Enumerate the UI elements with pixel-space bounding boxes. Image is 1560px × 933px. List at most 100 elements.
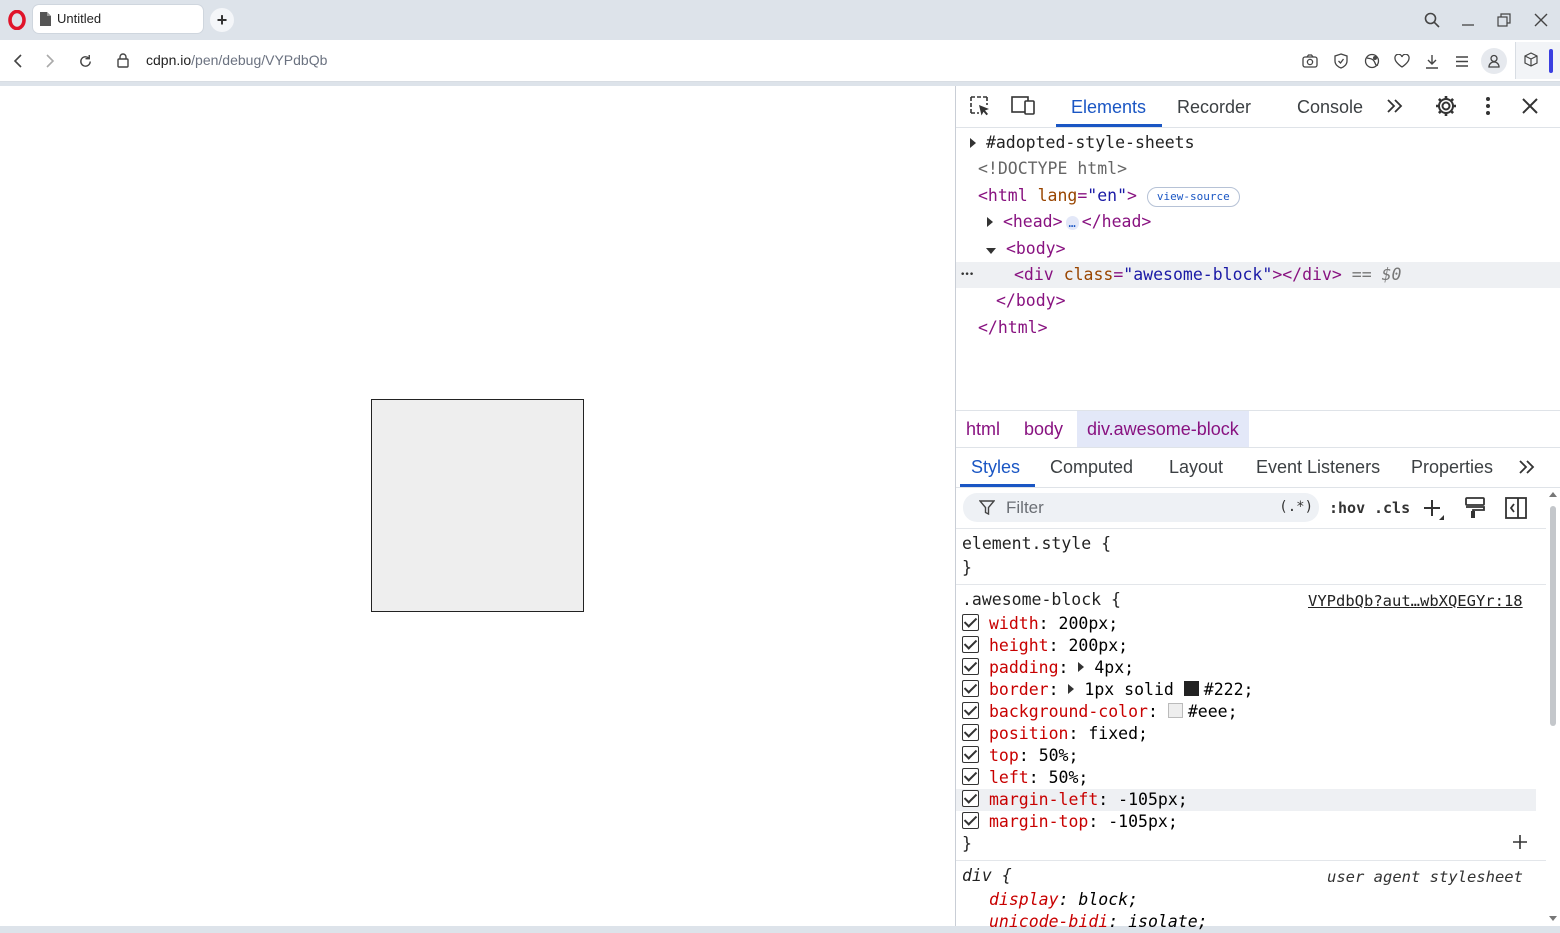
new-tab-button[interactable]: +	[210, 8, 234, 32]
declaration[interactable]: width: 200px;	[962, 613, 1118, 635]
declaration[interactable]: border: 1px solid #222;	[962, 679, 1253, 701]
opera-logo-icon[interactable]	[8, 9, 26, 31]
rule-source-link[interactable]: VYPdbQb?aut…wbXQEGYr:18	[1308, 592, 1523, 610]
inspect-element-button[interactable]	[968, 94, 992, 123]
element-style-selector[interactable]: element.style {	[962, 533, 1111, 555]
search-tabs-button[interactable]	[1420, 8, 1444, 32]
workspace-button[interactable]	[1524, 52, 1538, 72]
property-value[interactable]: isolate;	[1128, 912, 1207, 931]
view-source-badge[interactable]: view-source	[1146, 186, 1240, 207]
head-ellipsis-badge[interactable]: …	[1065, 215, 1079, 230]
declaration[interactable]: left: 50%;	[962, 767, 1088, 789]
property-value[interactable]: 1px solid	[1084, 680, 1173, 699]
declaration-checkbox[interactable]	[962, 768, 979, 785]
declaration[interactable]: position: fixed;	[962, 723, 1148, 745]
color-swatch[interactable]	[1183, 681, 1199, 696]
property-value[interactable]: 4px;	[1094, 658, 1134, 677]
tab-elements[interactable]: Elements	[1071, 97, 1146, 118]
property-value[interactable]: -105px;	[1108, 812, 1178, 831]
minimize-button[interactable]	[1456, 8, 1480, 32]
devtools-settings-button[interactable]	[1434, 94, 1458, 123]
styles-filter-input[interactable]: Filter (.*)	[963, 493, 1319, 522]
add-declaration-button[interactable]	[1512, 834, 1528, 855]
device-toolbar-button[interactable]	[1010, 95, 1036, 122]
ua-declaration[interactable]: unicode-bidi: isolate;	[989, 911, 1208, 933]
close-window-button[interactable]	[1529, 8, 1553, 32]
class-toggle[interactable]: .cls	[1374, 499, 1410, 517]
dom-node-body-close[interactable]: </body>	[996, 288, 1066, 314]
declaration[interactable]: margin-top: -105px;	[962, 811, 1178, 833]
property-value[interactable]: block;	[1078, 890, 1138, 909]
declaration[interactable]: top: 50%;	[962, 745, 1078, 767]
more-subtabs-button[interactable]	[1518, 459, 1536, 480]
browser-tab[interactable]: Untitled	[33, 5, 203, 33]
dom-node-div-awesome-block[interactable]: <div class="awesome-block"></div> == $0	[1014, 262, 1401, 288]
declaration-checkbox[interactable]	[962, 790, 979, 807]
property-name[interactable]: left	[989, 768, 1029, 787]
property-name[interactable]: background-color	[989, 702, 1148, 721]
tab-layout[interactable]: Layout	[1169, 457, 1223, 478]
awesome-block[interactable]	[371, 399, 584, 612]
property-name[interactable]: top	[989, 746, 1019, 765]
back-button[interactable]	[7, 50, 29, 72]
expand-triangle-icon[interactable]	[1078, 662, 1085, 672]
dom-node-adopted-style-sheets[interactable]: #adopted-style-sheets	[970, 130, 1195, 156]
breadcrumb-html[interactable]: html	[956, 411, 1010, 447]
property-value[interactable]: 50%;	[1039, 746, 1079, 765]
property-value[interactable]: 200px;	[1059, 614, 1119, 633]
close-devtools-button[interactable]	[1522, 98, 1538, 119]
tab-properties[interactable]: Properties	[1411, 457, 1493, 478]
url-field[interactable]: cdpn.io/pen/debug/VYPdbQb	[146, 52, 327, 68]
scrollbar-thumb[interactable]	[1550, 506, 1556, 726]
rendering-emulations-button[interactable]	[1465, 497, 1485, 524]
dom-row-actions[interactable]: •••	[960, 262, 974, 288]
property-value[interactable]: 200px;	[1068, 636, 1128, 655]
tab-computed[interactable]: Computed	[1050, 457, 1133, 478]
adblock-button[interactable]	[1331, 51, 1351, 71]
declaration-checkbox[interactable]	[962, 724, 979, 741]
declaration[interactable]: margin-left: -105px;	[962, 789, 1188, 811]
tab-styles[interactable]: Styles	[971, 457, 1020, 478]
declaration-checkbox[interactable]	[962, 680, 979, 697]
property-value-color[interactable]: #222;	[1204, 680, 1254, 699]
easy-setup-button[interactable]	[1452, 51, 1472, 71]
property-value[interactable]: -105px;	[1118, 790, 1188, 809]
more-tabs-button[interactable]	[1386, 98, 1404, 119]
tab-console[interactable]: Console	[1297, 97, 1363, 118]
property-name[interactable]: margin-top	[989, 812, 1088, 831]
collapse-triangle-icon[interactable]	[986, 248, 996, 254]
property-name[interactable]: width	[989, 614, 1039, 633]
breadcrumb-body[interactable]: body	[1014, 411, 1073, 447]
property-value[interactable]: #eee;	[1188, 702, 1238, 721]
row-actions-dots[interactable]: •••	[960, 270, 974, 280]
dom-node-html[interactable]: <html lang="en"> view-source	[978, 183, 1240, 209]
toggle-computed-sidebar-button[interactable]	[1505, 497, 1527, 524]
declaration-checkbox[interactable]	[962, 746, 979, 763]
expand-triangle-icon[interactable]	[1068, 684, 1075, 694]
property-name[interactable]: height	[989, 636, 1049, 655]
tab-recorder[interactable]: Recorder	[1177, 97, 1251, 118]
ua-declaration[interactable]: display: block;	[989, 889, 1138, 911]
lock-icon[interactable]	[117, 53, 129, 73]
customize-devtools-button[interactable]	[1484, 95, 1492, 122]
property-value[interactable]: 50%;	[1049, 768, 1089, 787]
my-flow-button[interactable]	[1392, 51, 1412, 71]
restore-button[interactable]	[1492, 8, 1516, 32]
dom-node-doctype[interactable]: <!DOCTYPE html>	[978, 156, 1127, 182]
ua-rule-selector[interactable]: div {	[962, 865, 1012, 887]
rule-selector[interactable]: .awesome-block {	[962, 589, 1121, 611]
profile-button[interactable]	[1481, 48, 1507, 74]
property-name[interactable]: padding	[989, 658, 1059, 677]
downloads-button[interactable]	[1422, 51, 1442, 71]
dom-node-body[interactable]: <body>	[986, 236, 1066, 262]
property-name[interactable]: display	[989, 890, 1059, 909]
declaration-checkbox[interactable]	[962, 812, 979, 829]
forward-button[interactable]	[39, 50, 61, 72]
declaration-checkbox[interactable]	[962, 636, 979, 653]
vpn-button[interactable]	[1362, 51, 1382, 71]
breadcrumb-div-awesome-block[interactable]: div.awesome-block	[1077, 411, 1249, 447]
dom-node-html-close[interactable]: </html>	[978, 315, 1048, 341]
new-style-rule-button[interactable]	[1422, 498, 1446, 527]
declaration[interactable]: padding: 4px;	[962, 657, 1134, 679]
expand-triangle-icon[interactable]	[970, 138, 976, 148]
